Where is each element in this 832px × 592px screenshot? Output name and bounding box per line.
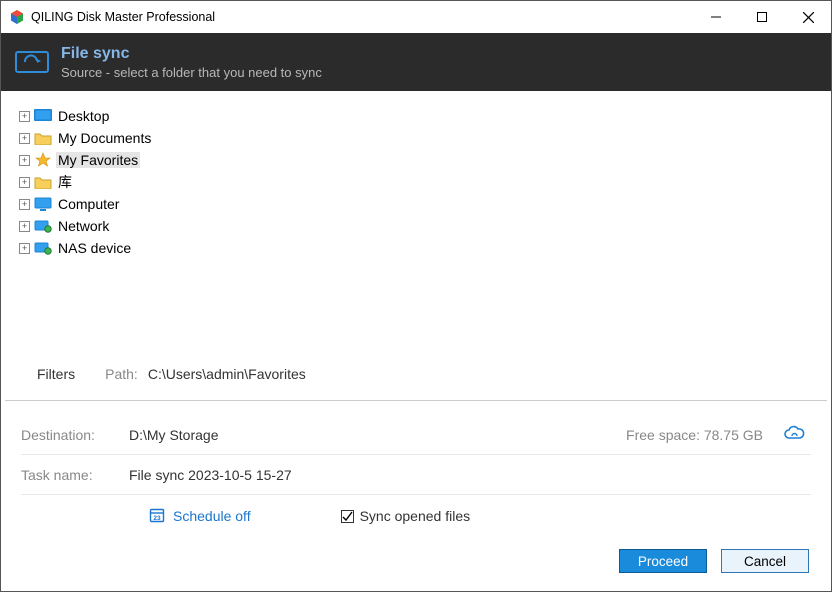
footer: Proceed Cancel <box>1 537 831 591</box>
folder-icon <box>34 174 52 190</box>
folder-tree[interactable]: +Desktop+My Documents+My Favorites+库+Com… <box>1 91 831 356</box>
tree-item-label: Network <box>56 218 111 234</box>
tree-item-label: Desktop <box>56 108 111 124</box>
page-title: File sync <box>61 45 322 63</box>
titlebar: QILING Disk Master Professional <box>1 1 831 33</box>
task-name-label: Task name: <box>21 467 129 483</box>
sync-opened-label: Sync opened files <box>360 508 471 524</box>
tree-item[interactable]: +库 <box>19 171 813 193</box>
app-title: QILING Disk Master Professional <box>31 10 215 24</box>
file-sync-icon <box>15 49 49 75</box>
page-subtitle: Source - select a folder that you need t… <box>61 65 322 80</box>
page-header: File sync Source - select a folder that … <box>1 33 831 91</box>
expand-icon[interactable]: + <box>19 111 30 122</box>
maximize-button[interactable] <box>739 1 785 33</box>
app-window: QILING Disk Master Professional File syn… <box>0 0 832 592</box>
tree-item[interactable]: + NAS device <box>19 237 813 259</box>
tree-item[interactable]: + My Favorites <box>19 149 813 171</box>
minimize-button[interactable] <box>693 1 739 33</box>
path-label: Path: <box>105 366 138 382</box>
expand-icon[interactable]: + <box>19 133 30 144</box>
path-bar: Filters Path: C:\Users\admin\Favorites <box>5 356 827 401</box>
task-name-row: Task name: File sync 2023-10-5 15-27 <box>21 455 811 495</box>
tree-item[interactable]: + My Documents <box>19 127 813 149</box>
tree-item-label: NAS device <box>56 240 133 256</box>
path-value: C:\Users\admin\Favorites <box>148 366 306 382</box>
tree-item[interactable]: + Network <box>19 215 813 237</box>
expand-icon[interactable]: + <box>19 177 30 188</box>
checkbox-icon <box>341 510 354 523</box>
svg-text:23: 23 <box>153 515 161 522</box>
tree-item-label: 库 <box>56 172 74 192</box>
tree-item[interactable]: + Desktop <box>19 105 813 127</box>
destination-label: Destination: <box>21 427 129 443</box>
calendar-icon: 23 <box>149 507 165 526</box>
expand-icon[interactable]: + <box>19 243 30 254</box>
expand-icon[interactable]: + <box>19 199 30 210</box>
tree-item-label: My Documents <box>56 130 153 146</box>
tree-item[interactable]: + Computer <box>19 193 813 215</box>
folder-icon <box>34 130 52 146</box>
fields: Destination: D:\My Storage Free space: 7… <box>1 401 831 537</box>
desktop-icon <box>34 108 52 124</box>
cancel-button[interactable]: Cancel <box>721 549 809 573</box>
tree-item-label: My Favorites <box>56 152 140 168</box>
destination-value[interactable]: D:\My Storage <box>129 427 218 443</box>
proceed-button[interactable]: Proceed <box>619 549 707 573</box>
app-logo-icon <box>9 9 25 25</box>
expand-icon[interactable]: + <box>19 155 30 166</box>
tree-item-label: Computer <box>56 196 121 212</box>
computer-icon <box>34 196 52 212</box>
star-icon <box>34 152 52 168</box>
expand-icon[interactable]: + <box>19 221 30 232</box>
cloud-destination-icon[interactable] <box>783 425 805 444</box>
close-button[interactable] <box>785 1 831 33</box>
sync-opened-checkbox[interactable]: Sync opened files <box>341 508 471 524</box>
schedule-label: Schedule off <box>173 508 251 524</box>
network-icon <box>34 218 52 234</box>
schedule-button[interactable]: 23 Schedule off <box>149 507 251 526</box>
task-name-value[interactable]: File sync 2023-10-5 15-27 <box>129 467 292 483</box>
network-icon <box>34 240 52 256</box>
filters-button[interactable]: Filters <box>37 366 75 382</box>
destination-row: Destination: D:\My Storage Free space: 7… <box>21 415 811 455</box>
options-row: 23 Schedule off Sync opened files <box>21 495 811 537</box>
free-space-value: Free space: 78.75 GB <box>626 427 763 443</box>
